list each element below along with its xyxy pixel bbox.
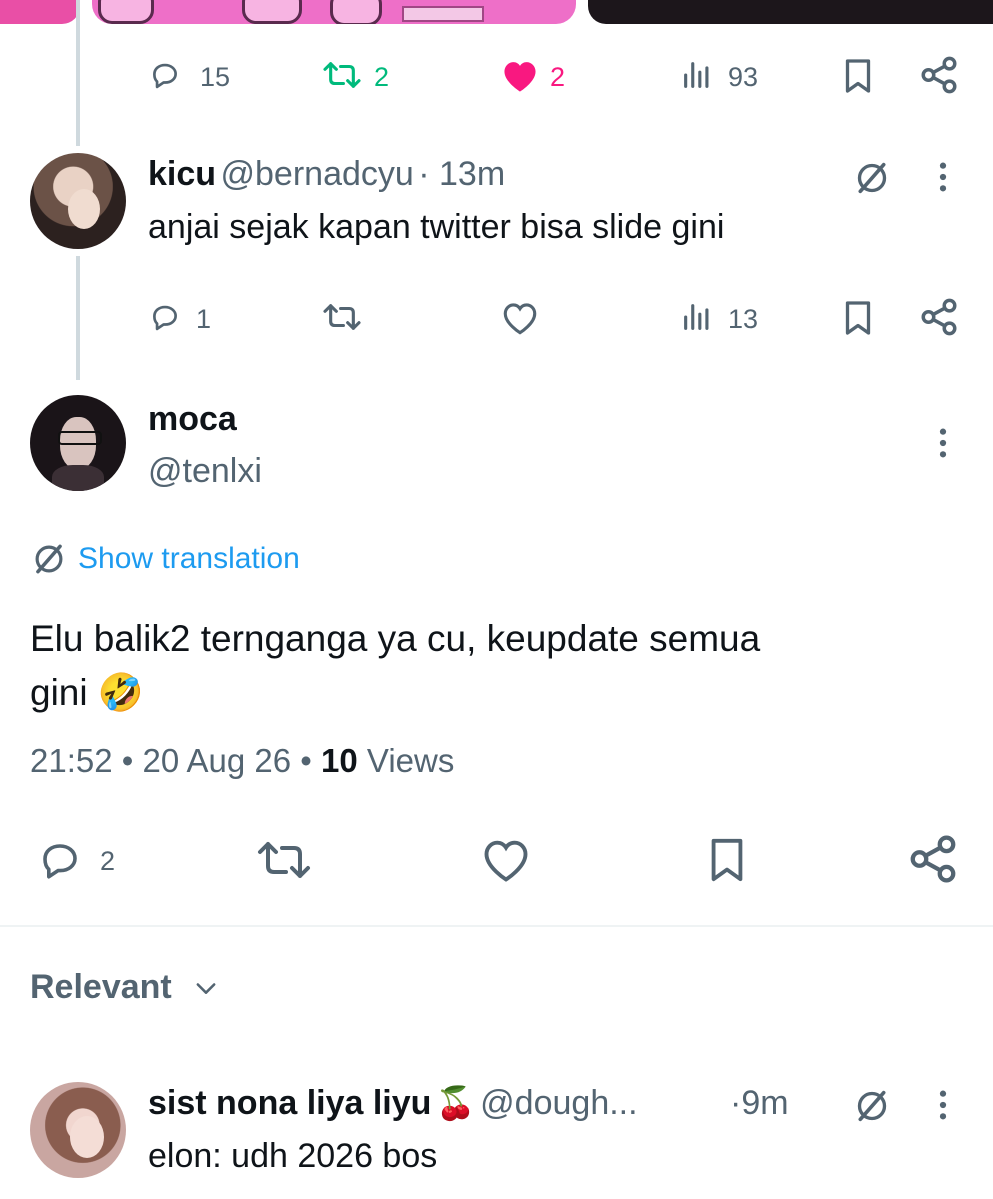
reply-count: 1: [196, 304, 212, 334]
share-icon[interactable]: [906, 832, 960, 886]
grok-icon[interactable]: [852, 1086, 892, 1126]
repost-icon[interactable]: [320, 300, 364, 334]
bookmark-icon[interactable]: [840, 298, 876, 338]
show-translation-label: Show translation: [78, 542, 300, 575]
tweet-text-line: Elu balik2 ternganga ya cu, keupdate sem…: [30, 618, 761, 659]
views-count: 93: [728, 62, 759, 92]
thread-line: [76, 256, 80, 380]
tweet-text-word: gini: [30, 672, 88, 713]
divider: [0, 925, 993, 927]
media-pink-left: [0, 0, 80, 24]
emoji-cherry: 🍒: [435, 1085, 476, 1121]
more-icon[interactable]: [934, 426, 952, 460]
emoji-rofl: 🤣: [97, 672, 144, 713]
avatar-glasses: [58, 431, 102, 445]
avatar-face: [68, 189, 100, 229]
grok-icon[interactable]: [852, 158, 892, 198]
reply-count: 2: [100, 846, 116, 876]
tweet-text: anjai sejak kapan twitter bisa slide gin…: [148, 208, 725, 246]
views-count: 10: [321, 742, 358, 779]
media-dark[interactable]: [588, 0, 993, 24]
tweet-header: kicu @bernadcyu · 13m: [148, 155, 505, 194]
views-count: 13: [728, 304, 759, 334]
timestamp[interactable]: ·9m: [730, 1084, 789, 1123]
more-icon[interactable]: [934, 1088, 952, 1122]
user-handle[interactable]: @tenlxi: [148, 452, 262, 491]
views-icon[interactable]: [680, 58, 714, 92]
timestamp[interactable]: · 13m: [418, 155, 505, 193]
play-next-icon[interactable]: [242, 0, 302, 24]
repost-icon[interactable]: [254, 836, 314, 884]
share-icon[interactable]: [918, 296, 960, 338]
like-icon[interactable]: [500, 300, 540, 336]
like-count: 2: [550, 62, 566, 92]
show-translation-link[interactable]: Show translation: [30, 540, 300, 578]
display-name[interactable]: sist nona liya liyu: [148, 1084, 431, 1122]
reply-count: 15: [200, 62, 231, 92]
avatar[interactable]: [30, 395, 126, 491]
chevron-down-icon: [192, 974, 220, 1002]
avatar[interactable]: [30, 1082, 126, 1178]
views-label: Views: [366, 742, 455, 779]
repost-count: 2: [374, 62, 390, 92]
tweet-text: elon: udh 2026 bos: [148, 1137, 438, 1175]
volume-icon[interactable]: [330, 0, 382, 24]
tweet-text: Elu balik2 ternganga ya cu, keupdate sem…: [30, 612, 970, 720]
tweet-header: sist nona liya liyu 🍒 @dough...: [148, 1084, 638, 1123]
avatar[interactable]: [30, 153, 126, 249]
avatar-face: [70, 1116, 104, 1158]
repost-icon[interactable]: [320, 58, 364, 92]
translate-icon: [30, 540, 68, 578]
reply-icon[interactable]: [148, 300, 182, 334]
thread-line: [76, 0, 80, 146]
slider-control[interactable]: [402, 6, 484, 22]
tweet-text-line-2: gini 🤣: [30, 666, 970, 720]
views-icon[interactable]: [680, 300, 714, 334]
prev-track-icon[interactable]: [98, 0, 154, 24]
avatar-body: [52, 465, 104, 491]
display-name[interactable]: moca: [148, 400, 237, 439]
bookmark-icon[interactable]: [840, 56, 876, 96]
like-icon[interactable]: [480, 836, 532, 884]
tweet-date[interactable]: • 20 Aug 26 •: [122, 742, 312, 779]
like-icon[interactable]: [500, 58, 540, 94]
sort-selector[interactable]: Relevant: [30, 968, 220, 1007]
reply-icon[interactable]: [36, 836, 84, 884]
tweet-meta: 21:52 • 20 Aug 26 • 10 Views: [30, 742, 454, 780]
media-pink-video[interactable]: [92, 0, 576, 24]
sort-label: Relevant: [30, 968, 172, 1006]
user-handle[interactable]: @dough...: [480, 1084, 637, 1122]
share-icon[interactable]: [918, 54, 960, 96]
tweet-time[interactable]: 21:52: [30, 742, 113, 779]
reply-icon[interactable]: [148, 58, 182, 92]
bookmark-icon[interactable]: [704, 834, 750, 886]
display-name[interactable]: kicu: [148, 155, 216, 193]
user-handle[interactable]: @bernadcyu: [221, 155, 414, 193]
more-icon[interactable]: [934, 160, 952, 194]
